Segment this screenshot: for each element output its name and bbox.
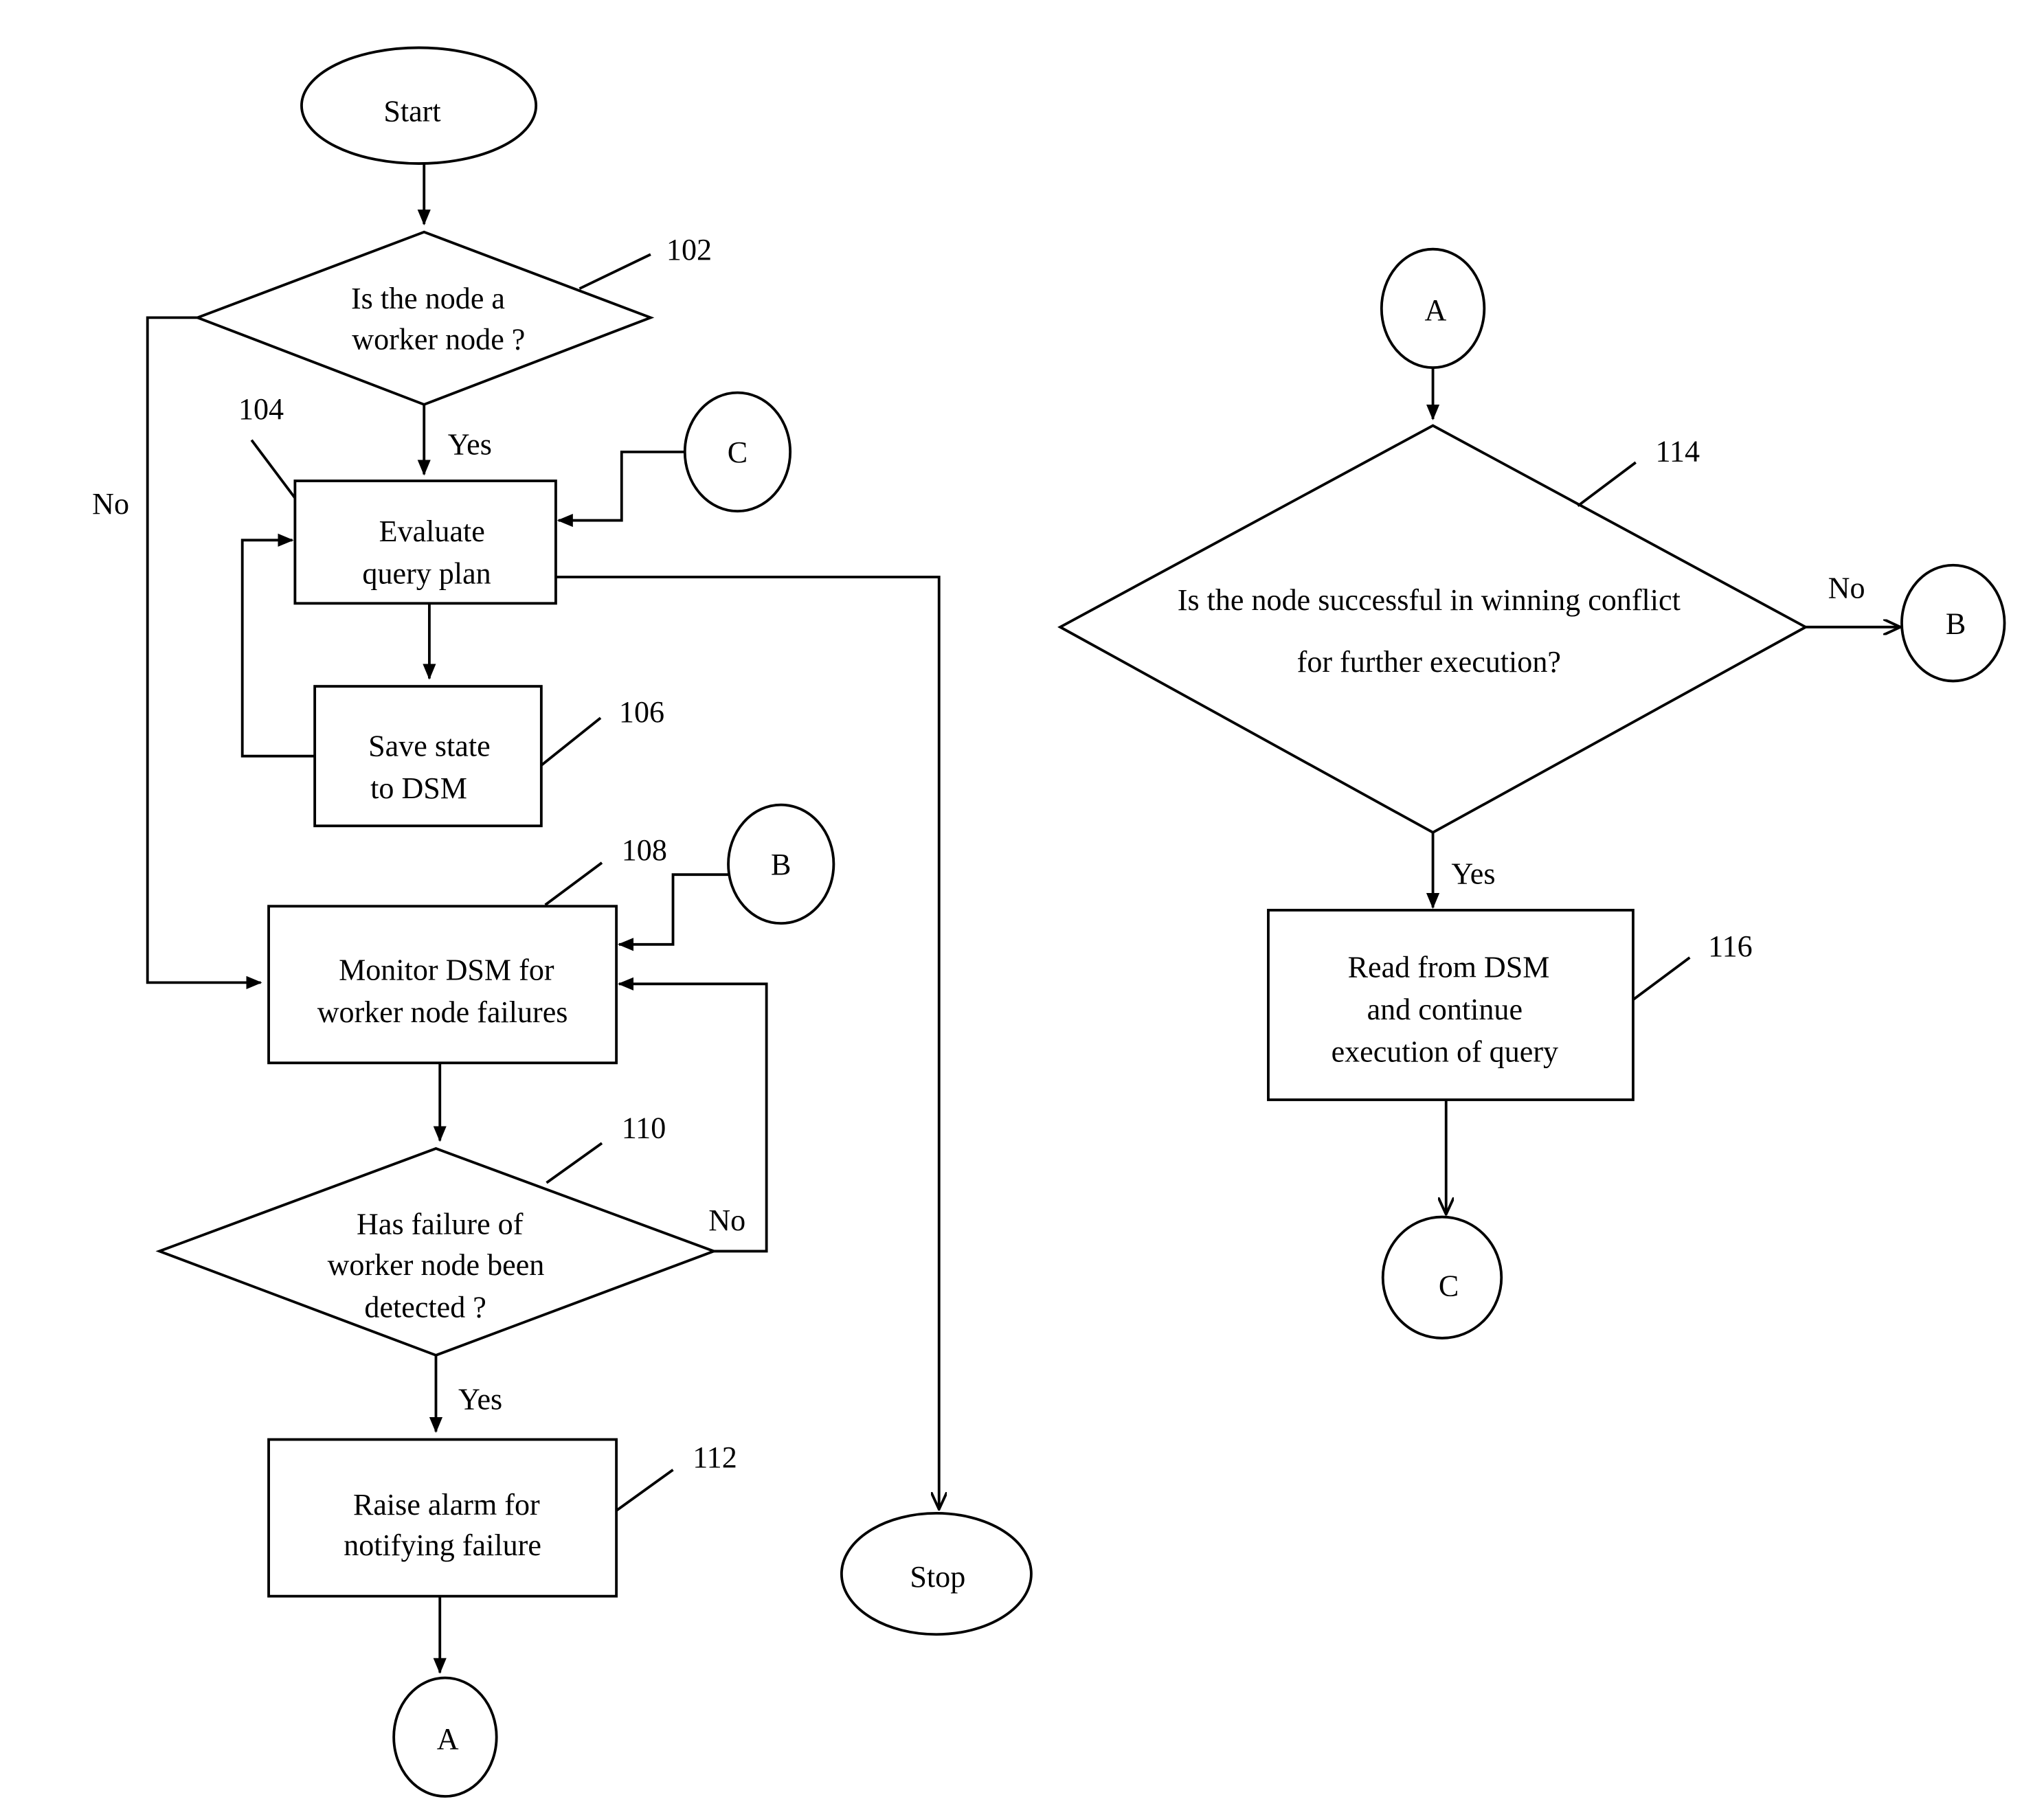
decision-102: Is the node a worker node ? [194, 230, 655, 406]
label-yes-102: Yes [448, 428, 492, 462]
decision-110-line-3: detected ? [364, 1290, 486, 1324]
connector-b-left-label: B [771, 848, 791, 881]
ref-112: 112 [693, 1440, 737, 1474]
decision-110-line-1: Has failure of [357, 1208, 524, 1241]
process-116-line-1: Read from DSM [1348, 951, 1550, 984]
process-116: Read from DSM and continue execution of … [1267, 909, 1635, 1101]
label-yes-114: Yes [1451, 857, 1495, 891]
edge-b-to-108 [618, 873, 729, 951]
decision-114-line-2: for further execution? [1297, 645, 1561, 679]
stop-label: Stop [910, 1560, 965, 1594]
connector-b-left: B [727, 803, 835, 925]
process-108: Monitor DSM for worker node failures [267, 905, 618, 1065]
process-104: Evaluate query plan [293, 479, 557, 605]
connector-c-top: C [683, 391, 792, 513]
ref-leader-110 [546, 1142, 603, 1184]
start-terminal: Start [300, 46, 538, 166]
flowchart: Start Is the node a worker node ? 102 No… [92, 46, 2006, 1798]
connector-b-right: B [1900, 563, 2006, 683]
label-no-110: No [708, 1204, 745, 1237]
process-112-line-1: Raise alarm for [353, 1488, 540, 1522]
process-104-line-1: Evaluate [379, 515, 485, 548]
ref-106: 106 [619, 695, 664, 729]
connector-c-bottom: C [1381, 1215, 1503, 1340]
ref-leader-108 [544, 861, 603, 906]
ref-102: 102 [666, 233, 712, 267]
ref-leader-114 [1577, 461, 1637, 508]
edge-c-to-104 [557, 450, 685, 528]
connector-a-top: A [1380, 247, 1486, 370]
connector-a-bottom: A [392, 1676, 498, 1798]
process-108-line-2: worker node failures [317, 995, 568, 1029]
process-112: Raise alarm for notifying failure [267, 1438, 618, 1598]
process-106: Save state to DSM [313, 685, 543, 828]
connector-b-right-label: B [1946, 607, 1966, 640]
decision-102-line-2: worker node ? [352, 322, 525, 356]
ref-110: 110 [622, 1111, 666, 1145]
process-112-line-2: notifying failure [344, 1528, 541, 1562]
ref-leader-104 [250, 439, 296, 499]
ref-leader-112 [615, 1469, 674, 1512]
process-106-line-1: Save state [368, 730, 490, 763]
stop-terminal: Stop [840, 1511, 1033, 1636]
decision-110: Has failure of worker node been detected… [155, 1146, 718, 1357]
connector-a-bottom-label: A [437, 1722, 459, 1756]
label-no-114: No [1828, 572, 1865, 605]
decision-114: Is the node successful in winning confli… [1057, 424, 1809, 835]
process-106-line-2: to DSM [370, 771, 467, 805]
decision-102-line-1: Is the node a [351, 282, 505, 315]
label-no-102: No [92, 487, 129, 521]
start-label: Start [383, 95, 440, 128]
connector-c-top-label: C [728, 436, 748, 469]
label-yes-110: Yes [458, 1382, 502, 1416]
ref-104: 104 [238, 392, 284, 426]
connector-c-bottom-label: C [1439, 1269, 1459, 1303]
ref-114: 114 [1656, 434, 1700, 468]
ref-leader-106 [540, 716, 602, 767]
decision-114-line-1: Is the node successful in winning confli… [1178, 583, 1681, 617]
ref-108: 108 [622, 833, 667, 867]
process-116-line-2: and continue [1367, 993, 1523, 1026]
ref-116: 116 [1708, 929, 1752, 963]
decision-110-line-2: worker node been [328, 1248, 545, 1282]
process-108-line-1: Monitor DSM for [339, 953, 554, 987]
connector-a-top-label: A [1424, 293, 1446, 327]
ref-leader-102 [579, 253, 651, 290]
process-116-line-3: execution of query [1332, 1035, 1558, 1068]
ref-leader-116 [1632, 956, 1691, 1001]
process-104-line-2: query plan [362, 557, 491, 591]
